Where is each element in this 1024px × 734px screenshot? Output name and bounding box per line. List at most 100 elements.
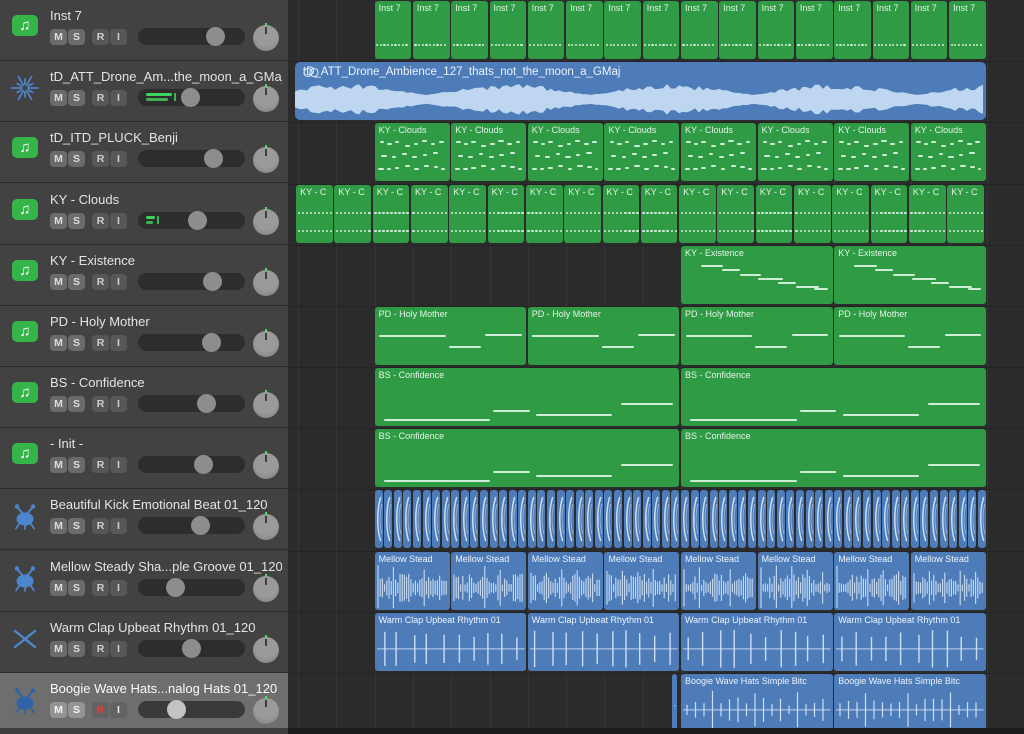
audio-region[interactable] xyxy=(968,490,976,548)
midi-region[interactable]: KY - C xyxy=(717,185,754,243)
record-button[interactable]: R xyxy=(92,396,109,412)
input-monitor-button[interactable]: I xyxy=(110,274,127,290)
input-monitor-button[interactable]: I xyxy=(110,457,127,473)
audio-region[interactable] xyxy=(844,490,852,548)
audio-region[interactable]: Warm Clap Upbeat Rhythm 01 xyxy=(834,613,986,671)
volume-slider-thumb[interactable] xyxy=(167,700,186,719)
midi-region[interactable]: KY - Existence xyxy=(681,246,833,304)
midi-region[interactable]: Inst 7 xyxy=(949,1,986,59)
midi-region[interactable]: BS - Confidence xyxy=(375,429,680,487)
mute-button[interactable]: M xyxy=(50,396,67,412)
solo-button[interactable]: S xyxy=(68,335,85,351)
track-header[interactable]: ♫Inst 7MSRI xyxy=(0,0,288,61)
volume-slider[interactable] xyxy=(138,273,245,290)
audio-region[interactable] xyxy=(576,490,584,548)
volume-slider-thumb[interactable] xyxy=(204,149,223,168)
midi-region[interactable]: BS - Confidence xyxy=(681,368,986,426)
audio-region[interactable] xyxy=(375,490,383,548)
midi-region[interactable]: KY - C xyxy=(603,185,640,243)
audio-region[interactable] xyxy=(863,490,871,548)
audio-region[interactable] xyxy=(509,490,517,548)
audio-region[interactable]: Mellow Stead xyxy=(451,552,526,610)
input-monitor-button[interactable]: I xyxy=(110,151,127,167)
audio-region[interactable] xyxy=(853,490,861,548)
midi-region[interactable]: Inst 7 xyxy=(873,1,910,59)
audio-region[interactable] xyxy=(537,490,545,548)
pan-knob[interactable] xyxy=(253,209,279,235)
track-header[interactable]: ♫BS - ConfidenceMSRI xyxy=(0,367,288,428)
midi-region[interactable]: KY - C xyxy=(947,185,984,243)
midi-region[interactable]: KY - C xyxy=(526,185,563,243)
audio-region[interactable] xyxy=(681,490,689,548)
audio-region[interactable] xyxy=(729,490,737,548)
volume-slider[interactable] xyxy=(138,334,245,351)
midi-region[interactable]: Inst 7 xyxy=(719,1,756,59)
audio-region[interactable] xyxy=(528,490,536,548)
midi-region[interactable]: BS - Confidence xyxy=(375,368,680,426)
mute-button[interactable]: M xyxy=(50,151,67,167)
midi-region[interactable]: KY - C xyxy=(756,185,793,243)
audio-region[interactable] xyxy=(633,490,641,548)
pan-knob[interactable] xyxy=(253,392,279,418)
audio-region[interactable] xyxy=(557,490,565,548)
audio-region[interactable] xyxy=(949,490,957,548)
audio-region[interactable] xyxy=(432,490,440,548)
midi-region[interactable]: KY - Clouds xyxy=(681,123,756,181)
audio-region[interactable] xyxy=(719,490,727,548)
track-header[interactable]: ♫tD_ITD_PLUCK_BenjiMSRI xyxy=(0,122,288,183)
input-monitor-button[interactable]: I xyxy=(110,29,127,45)
track-header[interactable]: Mellow Steady Sha...ple Groove 01_120MSR… xyxy=(0,551,288,612)
mute-button[interactable]: M xyxy=(50,335,67,351)
solo-button[interactable]: S xyxy=(68,457,85,473)
midi-region[interactable]: Inst 7 xyxy=(451,1,488,59)
volume-slider[interactable] xyxy=(138,456,245,473)
pan-knob[interactable] xyxy=(253,698,279,724)
audio-region[interactable]: Boogie Wave Hats Simple Bitc xyxy=(834,674,986,732)
volume-slider-thumb[interactable] xyxy=(188,211,207,230)
audio-region[interactable] xyxy=(796,490,804,548)
midi-region[interactable]: KY - C xyxy=(564,185,601,243)
arrangement-area[interactable]: Inst 7Inst 7Inst 7Inst 7Inst 7Inst 7Inst… xyxy=(288,0,1024,728)
record-button[interactable]: R xyxy=(92,335,109,351)
midi-region[interactable]: KY - C xyxy=(871,185,908,243)
mute-button[interactable]: M xyxy=(50,213,67,229)
audio-region[interactable] xyxy=(451,490,459,548)
audio-region[interactable] xyxy=(920,490,928,548)
midi-region[interactable]: PD - Holy Mother xyxy=(834,307,986,365)
solo-button[interactable]: S xyxy=(68,580,85,596)
record-button[interactable]: R xyxy=(92,90,109,106)
input-monitor-button[interactable]: I xyxy=(110,518,127,534)
midi-region[interactable]: PD - Holy Mother xyxy=(681,307,833,365)
record-button[interactable]: R xyxy=(92,213,109,229)
midi-region[interactable]: KY - C xyxy=(794,185,831,243)
midi-region[interactable]: KY - Clouds xyxy=(451,123,526,181)
input-monitor-button[interactable]: I xyxy=(110,702,127,718)
midi-region[interactable]: KY - Clouds xyxy=(834,123,909,181)
audio-region[interactable] xyxy=(959,490,967,548)
track-header[interactable]: ♫KY - ExistenceMSRI xyxy=(0,245,288,306)
audio-region[interactable] xyxy=(518,490,526,548)
midi-region[interactable]: Inst 7 xyxy=(796,1,833,59)
audio-region[interactable]: Mellow Stead xyxy=(681,552,756,610)
audio-region[interactable] xyxy=(825,490,833,548)
audio-region[interactable] xyxy=(604,490,612,548)
solo-button[interactable]: S xyxy=(68,641,85,657)
solo-button[interactable]: S xyxy=(68,151,85,167)
audio-region[interactable] xyxy=(767,490,775,548)
audio-region[interactable] xyxy=(834,490,842,548)
mute-button[interactable]: M xyxy=(50,457,67,473)
audio-region[interactable] xyxy=(700,490,708,548)
input-monitor-button[interactable]: I xyxy=(110,396,127,412)
audio-region[interactable] xyxy=(490,490,498,548)
audio-region[interactable] xyxy=(748,490,756,548)
input-monitor-button[interactable]: I xyxy=(110,580,127,596)
midi-region[interactable]: KY - Clouds xyxy=(911,123,986,181)
pan-knob[interactable] xyxy=(253,637,279,663)
audio-region[interactable] xyxy=(978,490,986,548)
audio-region[interactable] xyxy=(403,490,411,548)
midi-region[interactable]: KY - Clouds xyxy=(375,123,450,181)
audio-region[interactable] xyxy=(710,490,718,548)
audio-region[interactable]: tD_ATT_Drone_Ambience_127_thats_not_the_… xyxy=(295,62,986,120)
audio-region[interactable] xyxy=(940,490,948,548)
midi-region[interactable]: KY - C xyxy=(679,185,716,243)
